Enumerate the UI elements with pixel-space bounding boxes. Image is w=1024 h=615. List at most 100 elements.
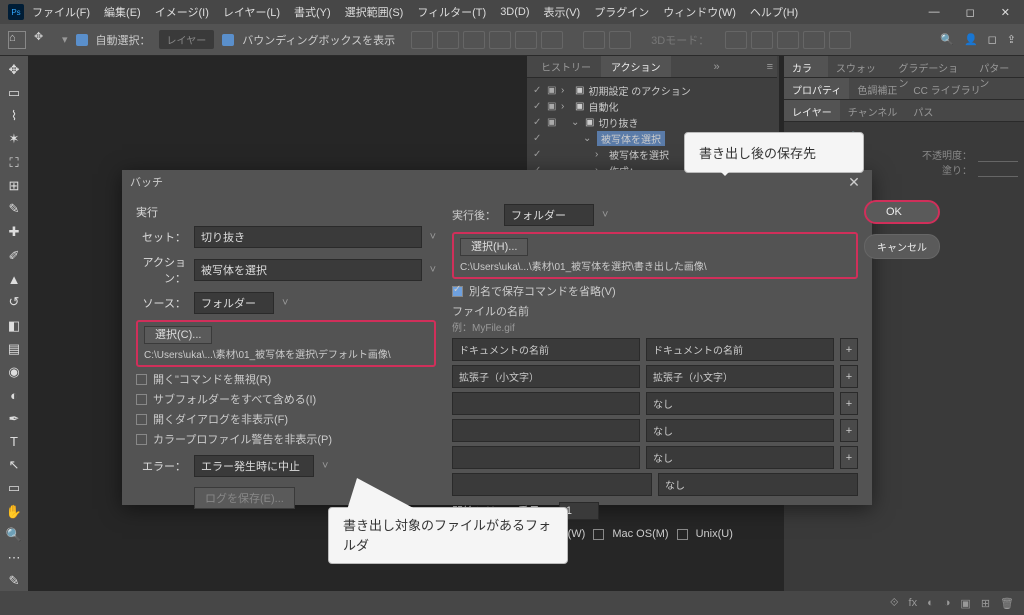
name-1-left[interactable]: ドキュメントの名前 (452, 338, 640, 361)
share-icon[interactable]: ⇪ (1007, 33, 1016, 46)
boundbox-checkbox[interactable] (222, 34, 234, 46)
dodge-tool[interactable]: ◐ (3, 386, 25, 405)
action-step-1[interactable]: 被写体を選択 (609, 147, 669, 162)
name-3-left[interactable] (452, 392, 640, 415)
name-2-left[interactable]: 拡張子（小文字） (452, 365, 640, 388)
actions-collapse-icon[interactable]: » (713, 61, 719, 73)
action-set-auto[interactable]: 自動化 (588, 99, 618, 114)
3d-orbit-icon[interactable] (725, 31, 747, 49)
name-3-right[interactable]: なし (646, 392, 834, 415)
history-brush-tool[interactable]: ↺ (3, 293, 25, 312)
dialog-close-icon[interactable]: ✕ (844, 172, 864, 192)
align-top-icon[interactable] (489, 31, 511, 49)
error-dropdown[interactable]: エラー発生時に中止 (194, 455, 314, 477)
lasso-tool[interactable]: ⌇ (3, 107, 25, 126)
align-bottom-icon[interactable] (541, 31, 563, 49)
select-dest-button[interactable]: 選択(H)... (460, 238, 528, 256)
tab-paths[interactable]: パス (905, 100, 941, 121)
menu-3d[interactable]: 3D(D) (494, 6, 535, 18)
window-minimize-icon[interactable]: — (923, 6, 946, 19)
menu-plugin[interactable]: プラグイン (588, 4, 655, 20)
brush-tool[interactable]: ✐ (3, 246, 25, 265)
hide-profile-checkbox[interactable] (136, 434, 147, 445)
align-center-icon[interactable] (437, 31, 459, 49)
shape-tool[interactable]: ▭ (3, 479, 25, 498)
pen-tool[interactable]: ✒ (3, 409, 25, 428)
type-tool[interactable]: T (3, 432, 25, 451)
name-6-right[interactable]: なし (658, 473, 858, 496)
3d-slide-icon[interactable] (803, 31, 825, 49)
move-tool-icon[interactable]: ✥ (34, 30, 54, 50)
eraser-tool[interactable]: ◧ (3, 316, 25, 335)
select-source-button[interactable]: 選択(C)... (144, 326, 212, 344)
menu-type[interactable]: 書式(Y) (288, 4, 337, 20)
3d-pan-icon[interactable] (751, 31, 773, 49)
menu-help[interactable]: ヘルプ(H) (744, 4, 804, 20)
tab-cclib[interactable]: CC ライブラリ (905, 78, 988, 99)
action-select-subject[interactable]: 被写体を選択 (597, 131, 665, 146)
wand-tool[interactable]: ✶ (3, 130, 25, 149)
name-5-add-icon[interactable]: + (840, 446, 858, 469)
status-folder-icon[interactable]: ▣ (960, 597, 970, 610)
workspace-icon[interactable]: ◻ (988, 33, 997, 46)
zoom-tool[interactable]: 🔍 (3, 525, 25, 544)
align-right-icon[interactable] (463, 31, 485, 49)
name-2-right[interactable]: 拡張子（小文字） (646, 365, 834, 388)
tab-layers[interactable]: レイヤー (784, 100, 840, 121)
frame-tool[interactable]: ⊞ (3, 176, 25, 195)
after-dropdown[interactable]: フォルダー (504, 204, 594, 226)
window-close-icon[interactable]: ✕ (995, 6, 1016, 19)
menu-layer[interactable]: レイヤー(L) (217, 4, 286, 20)
more-tools[interactable]: ⋯ (3, 549, 25, 568)
tab-gradient[interactable]: グラデーション (890, 56, 971, 77)
edit-toolbar-icon[interactable]: ✎ (3, 572, 25, 591)
menu-file[interactable]: ファイル(F) (26, 4, 96, 20)
name-4-add-icon[interactable]: + (840, 419, 858, 442)
menu-edit[interactable]: 編集(E) (98, 4, 147, 20)
tab-pattern[interactable]: パターン (971, 56, 1024, 77)
status-trash-icon[interactable]: 🗑 (1000, 597, 1014, 610)
status-mask-icon[interactable]: ◐ (927, 597, 934, 609)
menu-view[interactable]: 表示(V) (538, 4, 587, 20)
name-5-left[interactable] (452, 446, 640, 469)
tab-properties[interactable]: プロパティ (784, 78, 849, 99)
menu-image[interactable]: イメージ(I) (149, 4, 215, 20)
crop-tool[interactable]: ⛶ (3, 153, 25, 172)
compat-mac-checkbox[interactable] (593, 529, 604, 540)
tab-actions[interactable]: アクション (601, 56, 671, 77)
actions-menu-icon[interactable]: ≡ (767, 61, 773, 73)
tab-adjust[interactable]: 色調補正 (849, 78, 905, 99)
status-new-icon[interactable]: ⊞ (981, 597, 990, 610)
align-left-icon[interactable] (411, 31, 433, 49)
ignore-open-checkbox[interactable] (136, 374, 147, 385)
tab-channels[interactable]: チャンネル (840, 100, 906, 121)
action-dropdown[interactable]: 被写体を選択 (194, 259, 422, 281)
home-icon[interactable]: ⌂ (8, 31, 26, 49)
hand-tool[interactable]: ✋ (3, 502, 25, 521)
compat-unix-checkbox[interactable] (677, 529, 688, 540)
name-5-right[interactable]: なし (646, 446, 834, 469)
status-link-icon[interactable]: ⟐ (890, 597, 899, 610)
tab-color[interactable]: カラー (784, 56, 828, 77)
status-fx-icon[interactable]: fx (909, 597, 918, 609)
status-adjust-icon[interactable]: ◑ (944, 597, 951, 609)
fill-value[interactable] (978, 162, 1018, 177)
cancel-button[interactable]: キャンセル (864, 234, 940, 259)
hide-open-checkbox[interactable] (136, 414, 147, 425)
saveas-override-checkbox[interactable] (452, 286, 463, 297)
user-icon[interactable]: 👤 (964, 33, 978, 46)
name-6-left[interactable] (452, 473, 652, 496)
search-icon[interactable]: 🔍 (940, 33, 954, 46)
action-set-crop[interactable]: 切り抜き (598, 115, 638, 130)
menu-select[interactable]: 選択範囲(S) (339, 4, 410, 20)
move-tool[interactable]: ✥ (3, 60, 25, 79)
3d-scale-icon[interactable] (829, 31, 851, 49)
include-sub-checkbox[interactable] (136, 394, 147, 405)
autoselect-checkbox[interactable] (76, 34, 88, 46)
menu-window[interactable]: ウィンドウ(W) (657, 4, 742, 20)
name-1-add-icon[interactable]: + (840, 338, 858, 361)
action-set-default[interactable]: 初期設定 のアクション (588, 83, 690, 98)
tab-history[interactable]: ヒストリー (531, 56, 601, 77)
tab-swatch[interactable]: スウォッチ (828, 56, 890, 77)
name-2-add-icon[interactable]: + (840, 365, 858, 388)
